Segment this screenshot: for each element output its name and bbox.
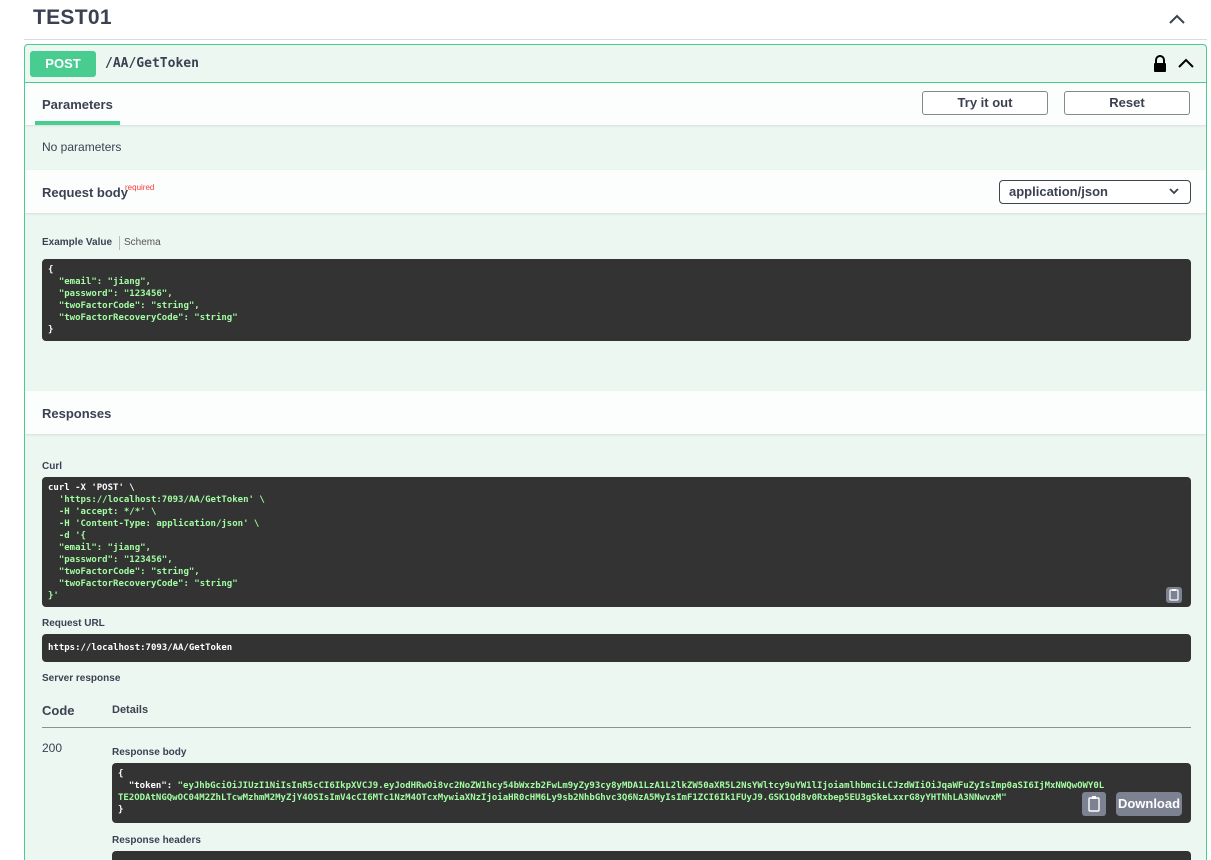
code-line: 'https://localhost:7093/AA/GetToken' \: [48, 495, 265, 505]
token-value: "eyJhbGciOiJIUzI1NiIsInR5cCI6IkpXVCJ9.ey…: [118, 781, 1105, 803]
code-line: "twoFactorCode": "string",: [48, 301, 200, 311]
table-divider: [42, 727, 1191, 728]
request-body-title: Request body: [42, 185, 128, 200]
response-body-code: { "token": "eyJhbGciOiJIUzI1NiIsInR5cCI6…: [112, 763, 1191, 823]
code-line: curl -X 'POST' \: [48, 483, 135, 493]
code-line: -H 'accept: */*' \: [48, 507, 157, 517]
code-line: "twoFactorCode": "string",: [48, 567, 200, 577]
example-value-code: { "email": "jiang", "password": "123456"…: [42, 259, 1191, 341]
responses-header: [25, 391, 1206, 434]
request-url-value: https://localhost:7093/AA/GetToken: [48, 643, 233, 653]
curl-label: Curl: [42, 461, 62, 472]
status-code: 200: [42, 741, 63, 755]
content-type-value: application/json: [1009, 184, 1108, 199]
chevron-down-icon: [1169, 188, 1179, 195]
details-column-header: Details: [112, 704, 149, 716]
code-line: }: [48, 325, 54, 335]
code-line: "email": "jiang",: [48, 543, 151, 553]
operation-summary[interactable]: POST /AA/GetToken: [25, 45, 1206, 83]
tab-schema[interactable]: Schema: [124, 237, 161, 248]
tag-header[interactable]: TEST01: [24, 0, 1207, 40]
clipboard-icon: [1169, 589, 1179, 601]
copy-icon[interactable]: [1082, 792, 1106, 816]
tab-divider: [119, 236, 120, 250]
tag-title: TEST01: [33, 6, 112, 29]
clipboard-icon: [1088, 796, 1100, 812]
tab-parameters[interactable]: Parameters: [35, 97, 120, 125]
code-line: "password": "123456",: [48, 555, 173, 565]
code-line: "email": "jiang",: [48, 277, 151, 287]
responses-title: Responses: [42, 406, 112, 421]
chevron-up-icon[interactable]: [1167, 10, 1187, 30]
request-url-label: Request URL: [42, 618, 105, 629]
response-headers-code: [112, 851, 1191, 860]
copy-icon[interactable]: [1166, 587, 1182, 603]
code-line: "password": "123456",: [48, 289, 173, 299]
code-line: {: [118, 769, 124, 779]
operation-block: POST /AA/GetToken Parameters Try it out …: [24, 44, 1207, 860]
try-it-out-button[interactable]: Try it out: [922, 91, 1048, 115]
code-line: }': [48, 591, 59, 601]
no-parameters-text: No parameters: [42, 140, 122, 154]
lock-icon[interactable]: [1152, 55, 1168, 73]
code-line: }: [118, 805, 124, 815]
server-response-label: Server response: [42, 673, 121, 684]
method-badge[interactable]: POST: [30, 51, 96, 77]
response-headers-label: Response headers: [112, 835, 201, 846]
reset-button[interactable]: Reset: [1064, 91, 1190, 115]
parameters-header: Parameters Try it out Reset: [25, 83, 1206, 125]
token-key: "token":: [118, 781, 178, 791]
download-button[interactable]: Download: [1116, 792, 1182, 816]
tab-example-value[interactable]: Example Value: [42, 237, 112, 248]
chevron-up-icon[interactable]: [1176, 54, 1196, 74]
curl-code: curl -X 'POST' \ 'https://localhost:7093…: [42, 477, 1191, 607]
content-type-select[interactable]: application/json: [999, 180, 1191, 204]
code-line: -H 'Content-Type: application/json' \: [48, 519, 260, 529]
operation-path[interactable]: /AA/GetToken: [105, 56, 199, 71]
code-line: "twoFactorRecoveryCode": "string": [48, 313, 238, 323]
code-column-header: Code: [42, 703, 75, 718]
code-line: {: [48, 265, 54, 275]
required-label: required: [125, 183, 155, 192]
request-url-code: https://localhost:7093/AA/GetToken: [42, 634, 1191, 662]
code-line: "twoFactorRecoveryCode": "string": [48, 579, 238, 589]
code-line: -d '{: [48, 531, 86, 541]
response-body-label: Response body: [112, 747, 187, 758]
